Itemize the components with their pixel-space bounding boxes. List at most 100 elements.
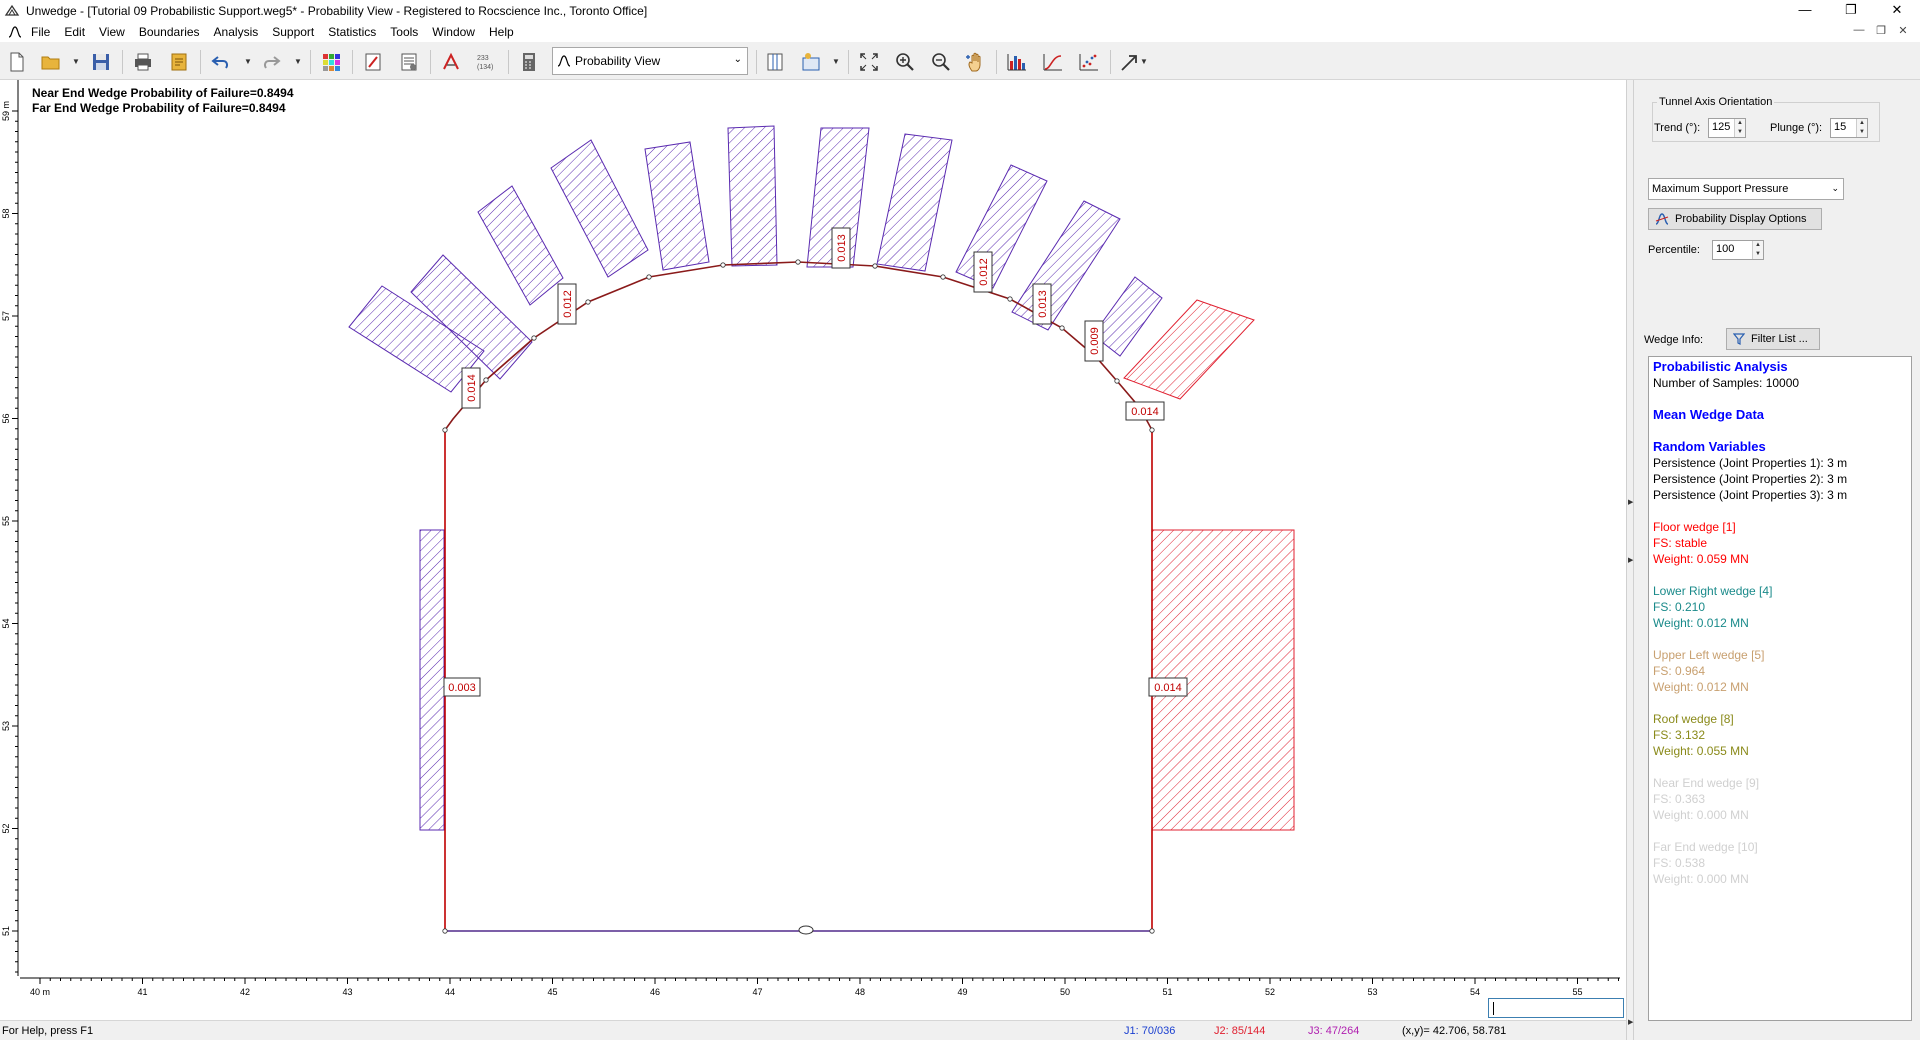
probability-display-options-button[interactable]: Probability Display Options xyxy=(1648,208,1822,230)
export-icon[interactable] xyxy=(166,50,192,74)
floor-marker-icon xyxy=(798,925,814,935)
x-tick-label: 41 xyxy=(137,987,147,997)
support-table-icon[interactable] xyxy=(396,50,422,74)
menu-statistics[interactable]: Statistics xyxy=(321,25,383,39)
mdi-restore-button[interactable]: ❐ xyxy=(1870,24,1892,37)
zoom-out-icon[interactable] xyxy=(928,50,954,74)
wedge-info-line: FS: 3.132 xyxy=(1653,728,1706,742)
menu-file[interactable]: File xyxy=(24,25,57,39)
pan-icon[interactable] xyxy=(962,50,988,74)
menu-tools[interactable]: Tools xyxy=(383,25,425,39)
trend-value: 125 xyxy=(1712,121,1731,133)
layout-icon[interactable] xyxy=(762,50,788,74)
zoom-all-icon[interactable] xyxy=(856,50,882,74)
filter-list-button[interactable]: Filter List ... xyxy=(1726,328,1820,350)
x-tick-label: 44 xyxy=(445,987,455,997)
joint-grid-icon[interactable] xyxy=(318,50,344,74)
menu-window[interactable]: Window xyxy=(425,25,482,39)
mdi-minimize-button[interactable]: — xyxy=(1848,24,1870,37)
save-icon[interactable] xyxy=(88,50,114,74)
wedge-info-list[interactable]: Probabilistic Analysis Number of Samples:… xyxy=(1648,356,1912,1021)
tunnel-outline xyxy=(442,259,1155,935)
cumulative-icon[interactable] xyxy=(1040,50,1066,74)
y-tick-label: 53 xyxy=(1,721,11,731)
calculator-icon[interactable] xyxy=(516,50,542,74)
histogram-icon[interactable] xyxy=(1004,50,1030,74)
close-button[interactable]: ✕ xyxy=(1874,0,1920,22)
menu-boundaries[interactable]: Boundaries xyxy=(132,25,207,39)
counts-icon[interactable]: 233 (134) xyxy=(474,50,500,74)
percentile-value: 100 xyxy=(1716,243,1735,255)
menu-help[interactable]: Help xyxy=(482,25,521,39)
spin-arrows-icon[interactable]: ▲ ▼ xyxy=(1752,241,1763,259)
spin-arrows-icon[interactable]: ▲ ▼ xyxy=(1856,119,1867,137)
probability-doc-icon[interactable] xyxy=(6,25,24,39)
pressure-label-6: 0.009 xyxy=(1089,327,1101,355)
wedge-info-line xyxy=(1653,423,1911,439)
left-wall-pressure-bar xyxy=(419,529,445,831)
splitter-arrow-icon[interactable]: ▶ xyxy=(1628,498,1633,506)
x-tick-label: 49 xyxy=(957,987,967,997)
scatter-icon[interactable] xyxy=(1076,50,1102,74)
wedge-info-line: Weight: 0.055 MN xyxy=(1653,744,1749,758)
wedge-info-line: Weight: 0.012 MN xyxy=(1653,616,1749,630)
y-tick-label: 52 xyxy=(1,823,11,833)
pressure-label-4: 0.012 xyxy=(978,258,990,286)
svg-text:(134): (134) xyxy=(477,64,493,71)
percentile-input[interactable]: 100 ▲ ▼ xyxy=(1712,240,1764,260)
trend-input[interactable]: 125 ▲ ▼ xyxy=(1708,118,1746,138)
menu-analysis[interactable]: Analysis xyxy=(207,25,266,39)
plunge-input[interactable]: 15 ▲ ▼ xyxy=(1830,118,1868,138)
command-input[interactable] xyxy=(1488,998,1624,1018)
pressure-label-9: 0.014 xyxy=(1154,682,1182,694)
x-tick-label: 47 xyxy=(752,987,762,997)
wedge-info-line: FS: 0.538 xyxy=(1653,856,1706,870)
compute-icon[interactable] xyxy=(438,50,464,74)
model-drawing[interactable]: 515253545556575859 m 40 m 41 42 43 44 45 46 47 4… xyxy=(0,80,1626,1020)
toolbar: ▼ ▼ ▼ 233 (134) ▼ ▼ xyxy=(0,44,1920,80)
curve-icon xyxy=(1655,213,1669,225)
x-tick-label: 46 xyxy=(650,987,660,997)
tunnel-axis-title: Tunnel Axis Orientation xyxy=(1659,96,1773,108)
open-folder-icon[interactable] xyxy=(38,50,64,74)
undo-icon[interactable] xyxy=(208,50,234,74)
panel-splitter[interactable]: ▶ ▶ ▶ xyxy=(1626,80,1634,1040)
wedge-info-line xyxy=(1653,631,1911,647)
restore-button[interactable]: ❐ xyxy=(1828,0,1874,22)
pressure-bar-7 xyxy=(876,133,953,272)
svg-text:233: 233 xyxy=(477,55,489,62)
print-icon[interactable] xyxy=(130,50,156,74)
chevron-down-icon: ⌄ xyxy=(733,54,742,65)
spin-arrows-icon[interactable]: ▲ ▼ xyxy=(1734,119,1745,137)
pressure-bar-3 xyxy=(550,139,649,278)
x-tick-label: 53 xyxy=(1367,987,1377,997)
probability-display-options-label: Probability Display Options xyxy=(1675,213,1807,225)
wedge-info-line xyxy=(1653,391,1911,407)
menu-bar: File Edit View Boundaries Analysis Suppo… xyxy=(0,22,1920,42)
zoom-in-icon[interactable] xyxy=(892,50,918,74)
view-select[interactable]: Probability View ⌄ xyxy=(552,47,748,75)
wedge-info-line: Roof wedge [8] xyxy=(1653,712,1734,726)
wedge-info-line: Persistence (Joint Properties 3): 3 m xyxy=(1653,488,1848,502)
chevron-down-icon: ⌄ xyxy=(1831,183,1839,193)
wedge-info-line: FS: 0.210 xyxy=(1653,600,1706,614)
splitter-arrow-icon[interactable]: ▶ xyxy=(1628,556,1633,564)
new-file-icon[interactable] xyxy=(4,50,30,74)
redo-icon[interactable] xyxy=(258,50,284,74)
x-tick-label: 45 xyxy=(547,987,557,997)
display-type-select[interactable]: Maximum Support Pressure ⌄ xyxy=(1648,178,1844,200)
arrow-tool-icon[interactable] xyxy=(1116,50,1142,74)
y-tick-label: 58 xyxy=(1,208,11,218)
mdi-close-button[interactable]: ✕ xyxy=(1892,24,1914,37)
add-view-icon[interactable] xyxy=(798,50,824,74)
menu-support[interactable]: Support xyxy=(265,25,321,39)
menu-view[interactable]: View xyxy=(92,25,132,39)
wedge-info-line xyxy=(1653,567,1911,583)
edit-support-icon[interactable] xyxy=(360,50,386,74)
trend-label: Trend (°): xyxy=(1654,122,1701,134)
menu-edit[interactable]: Edit xyxy=(57,25,92,39)
model-canvas[interactable]: Near End Wedge Probability of Failure=0.… xyxy=(0,80,1626,1020)
wedge-info-line xyxy=(1653,503,1911,519)
splitter-arrow-icon[interactable]: ▶ xyxy=(1628,1018,1633,1026)
minimize-button[interactable]: — xyxy=(1782,0,1828,22)
